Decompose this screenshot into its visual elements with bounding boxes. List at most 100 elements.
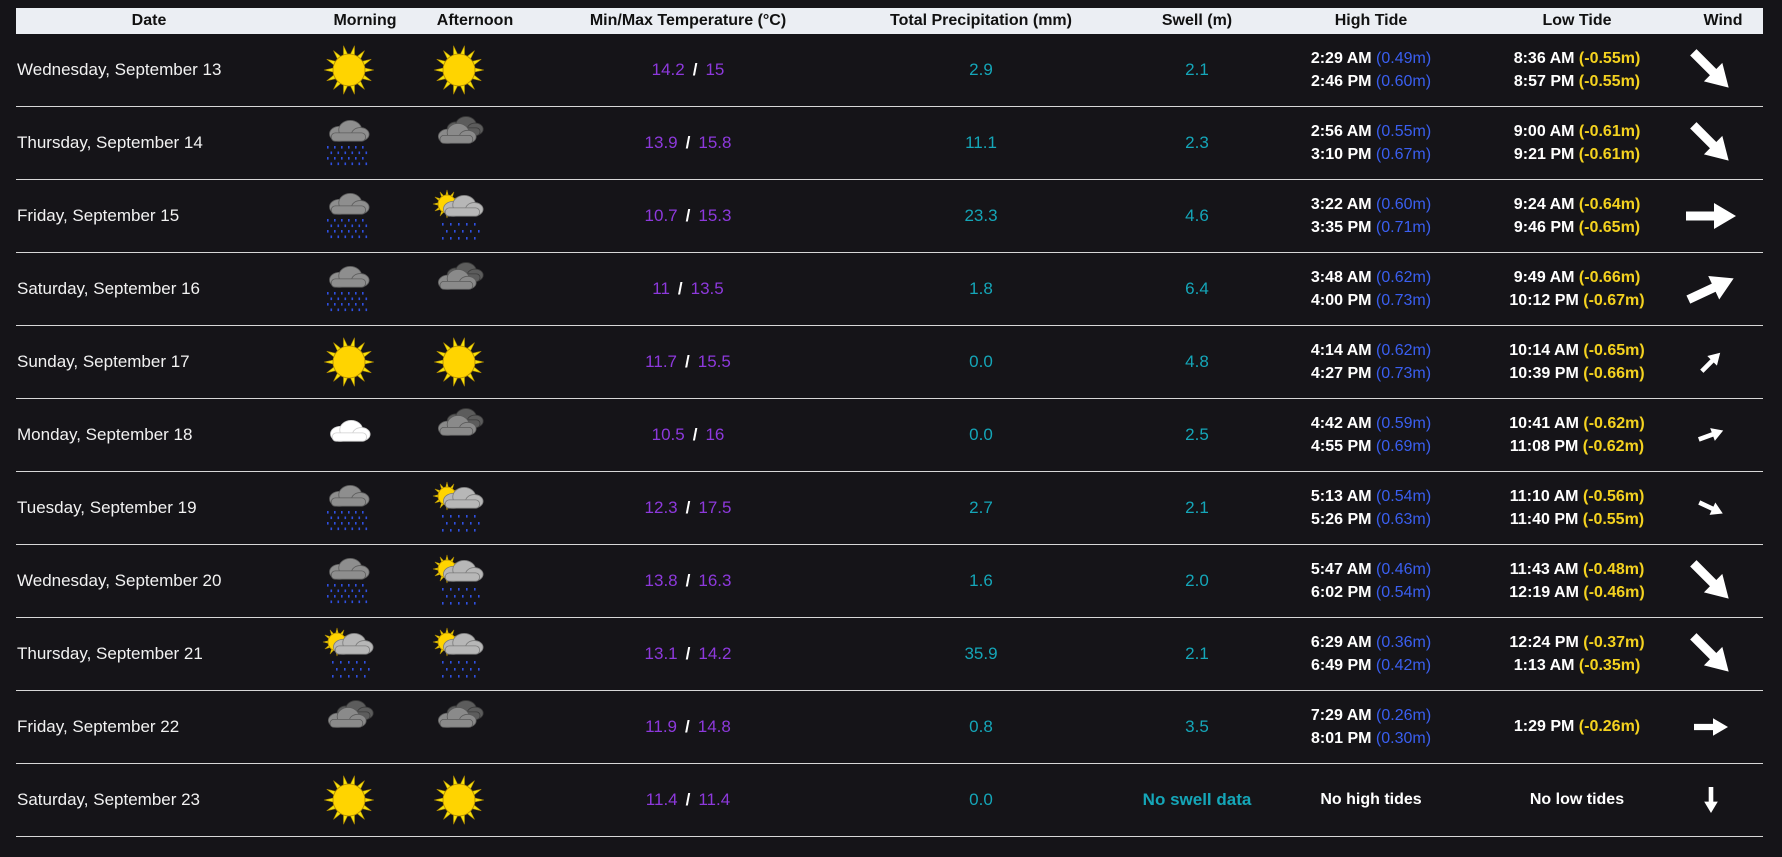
low-tide-height: (-0.37m) (1583, 634, 1645, 651)
rain-cloud-icon (322, 481, 376, 535)
low-tide-entry: 11:40 PM (-0.55m) (1477, 508, 1677, 531)
date-cell: Tuesday, September 19 (17, 498, 197, 517)
high-tide-cell: 5:47 AM (0.46m) 6:02 PM (0.54m) (1271, 558, 1471, 604)
high-tide-entry: 2:56 AM (0.55m) (1271, 120, 1471, 143)
high-tide-height: (0.55m) (1376, 123, 1432, 140)
temperature-separator: / (685, 206, 691, 225)
header-swell: Swell (m) (1161, 12, 1233, 29)
forecast-row-content: Tuesday, September 19 12.3/17.5 2.7 2.1 … (16, 472, 1763, 544)
temperature-separator: / (685, 498, 691, 517)
high-tide-time: 5:47 AM (1310, 561, 1372, 578)
low-tide-height: (-0.61m) (1578, 123, 1641, 140)
date-cell: Friday, September 15 (17, 206, 180, 225)
high-tide-entry: 2:29 AM (0.49m) (1271, 47, 1471, 70)
low-tide-height: (-0.62m) (1583, 415, 1645, 432)
low-tide-entry: 11:08 PM (-0.62m) (1477, 435, 1677, 458)
forecast-row-content: Saturday, September 23 11.4 / 11.4 0.0 No … (16, 764, 1763, 836)
temperature-separator: / (685, 133, 691, 152)
high-tide-cell: 2:56 AM (0.55m) 3:10 PM (0.67m) (1271, 120, 1471, 166)
max-temperature: 16 (705, 425, 725, 444)
temperature-cell: 10.7 / 15.3 (645, 180, 732, 252)
high-tide-height: (0.59m) (1376, 415, 1432, 432)
high-tide-time: 6:02 PM (1310, 584, 1372, 601)
high-tide-time: 2:29 AM (1310, 50, 1372, 67)
sun-cloud-rain-icon (322, 627, 376, 681)
high-tide-height: (0.69m) (1375, 438, 1432, 455)
high-tide-height: (0.73m) (1375, 292, 1432, 309)
forecast-row-cell: Thursday, September 21 13.1 / 14.2 35.9 2.… (16, 617, 1763, 691)
low-tide-height: (-0.48m) (1582, 561, 1645, 578)
precipitation-cell: 35.9 (964, 644, 998, 663)
high-tide-entry: 3:22 AM (0.60m) (1271, 193, 1471, 216)
min-temperature: 10.5 (651, 425, 685, 444)
high-tide-time: 8:01 PM (1310, 730, 1372, 747)
low-tide-time: 11:10 AM (1509, 488, 1579, 505)
low-tide-time: 12:19 AM (1509, 584, 1579, 601)
high-tide-height: (0.36m) (1376, 634, 1432, 651)
low-tide-entry: 10:14 AM (-0.65m) (1477, 339, 1677, 362)
low-tide-time: 10:39 PM (1509, 365, 1579, 382)
precipitation-cell: 0.0 (969, 790, 993, 809)
swell-cell: 4.6 (1185, 206, 1209, 225)
high-tide-cell: No high tides (1320, 791, 1422, 808)
high-tide-time: 5:13 AM (1310, 488, 1372, 505)
temperature-separator: / (692, 425, 698, 444)
forecast-row: Thursday, September 14 13.9 / 15.8 11.1 2.… (16, 106, 1763, 180)
sun-cloud-rain-icon (432, 627, 486, 681)
sun-icon (432, 43, 486, 97)
temperature-cell: 13.9 / 15.8 (645, 107, 732, 179)
low-tide-cell: 9:00 AM (-0.61m) 9:21 PM (-0.61m) (1477, 120, 1677, 166)
high-tide-entry: 7:29 AM (0.26m) (1271, 704, 1471, 727)
temperature-separator: / (685, 717, 690, 736)
high-tide-cell: 4:42 AM (0.59m) 4:55 PM (0.69m) (1271, 412, 1471, 458)
forecast-table: Wednesday, September 13 14.2/15 2.9 2.1 … (16, 34, 1763, 837)
high-tide-height: (0.30m) (1375, 730, 1432, 747)
temperature-separator: / (685, 790, 691, 809)
low-tide-height: (-0.65m) (1583, 342, 1645, 359)
low-tide-entry: 1:13 AM (-0.35m) (1477, 654, 1677, 677)
sun-icon (432, 335, 486, 389)
high-tide-entry: 2:46 PM (0.60m) (1271, 70, 1471, 93)
low-tide-height: (-0.26m) (1578, 718, 1641, 735)
high-tide-time: 4:27 PM (1310, 365, 1372, 382)
low-tide-time: 8:57 PM (1513, 73, 1575, 90)
high-tide-time: 2:56 AM (1310, 123, 1372, 140)
precipitation-cell: 1.8 (969, 279, 993, 298)
dark-cloud-icon (432, 116, 486, 170)
low-tide-entry: 9:00 AM (-0.61m) (1477, 120, 1677, 143)
temperature-cell: 10.5 / 16 (652, 399, 725, 471)
sun-cloud-rain-icon (432, 554, 486, 608)
temperature-separator: / (685, 352, 690, 371)
low-tide-height: (-0.67m) (1583, 292, 1645, 309)
forecast-row-content: Wednesday, September 13 14.2/15 2.9 2.1 … (16, 34, 1763, 106)
swell-cell: 2.5 (1185, 425, 1209, 444)
min-temperature: 13.8 (644, 571, 678, 590)
high-tide-height: (0.49m) (1376, 50, 1432, 67)
swell-cell: 2.1 (1185, 644, 1209, 663)
low-tide-time: 12:24 PM (1509, 634, 1579, 651)
sun-icon (432, 773, 486, 827)
forecast-row-content: Monday, September 18 10.5 / 16 0.0 2.5 4:4… (16, 399, 1763, 471)
temperature-cell: 13.8 / 16.3 (645, 545, 732, 617)
dark-cloud-icon (432, 700, 486, 754)
low-tide-entry: 10:41 AM (-0.62m) (1477, 412, 1677, 435)
date-cell: Wednesday, September 20 (17, 571, 222, 590)
date-cell: Saturday, September 16 (17, 279, 201, 298)
forecast-row-cell: Friday, September 22 11.9 / 14.8 0.8 3.5 7… (16, 690, 1763, 764)
header-afternoon: Afternoon (436, 12, 514, 29)
low-tide-cell: 11:43 AM (-0.48m) 12:19 AM (-0.46m) (1477, 558, 1677, 604)
low-tide-height: (-0.66m) (1578, 269, 1641, 286)
precipitation-cell: 0.8 (969, 717, 993, 736)
rain-cloud-icon (322, 554, 376, 608)
low-tide-time: 10:41 AM (1509, 415, 1579, 432)
low-tide-entry: 1:29 PM (-0.26m) (1477, 691, 1677, 763)
high-tide-height: (0.54m) (1375, 584, 1432, 601)
high-tide-time: 6:49 PM (1310, 657, 1372, 674)
forecast-row: Monday, September 18 10.5 / 16 0.0 2.5 4:4… (16, 398, 1763, 472)
high-tide-entry: 3:35 PM (0.71m) (1271, 216, 1471, 239)
high-tide-cell: 6:29 AM (0.36m) 6:49 PM (0.42m) (1271, 631, 1471, 677)
low-tide-time: 1:29 PM (1513, 718, 1575, 735)
date-cell: Thursday, September 14 (17, 133, 203, 152)
min-temperature: 13.9 (644, 133, 678, 152)
max-temperature: 15.3 (698, 206, 732, 225)
